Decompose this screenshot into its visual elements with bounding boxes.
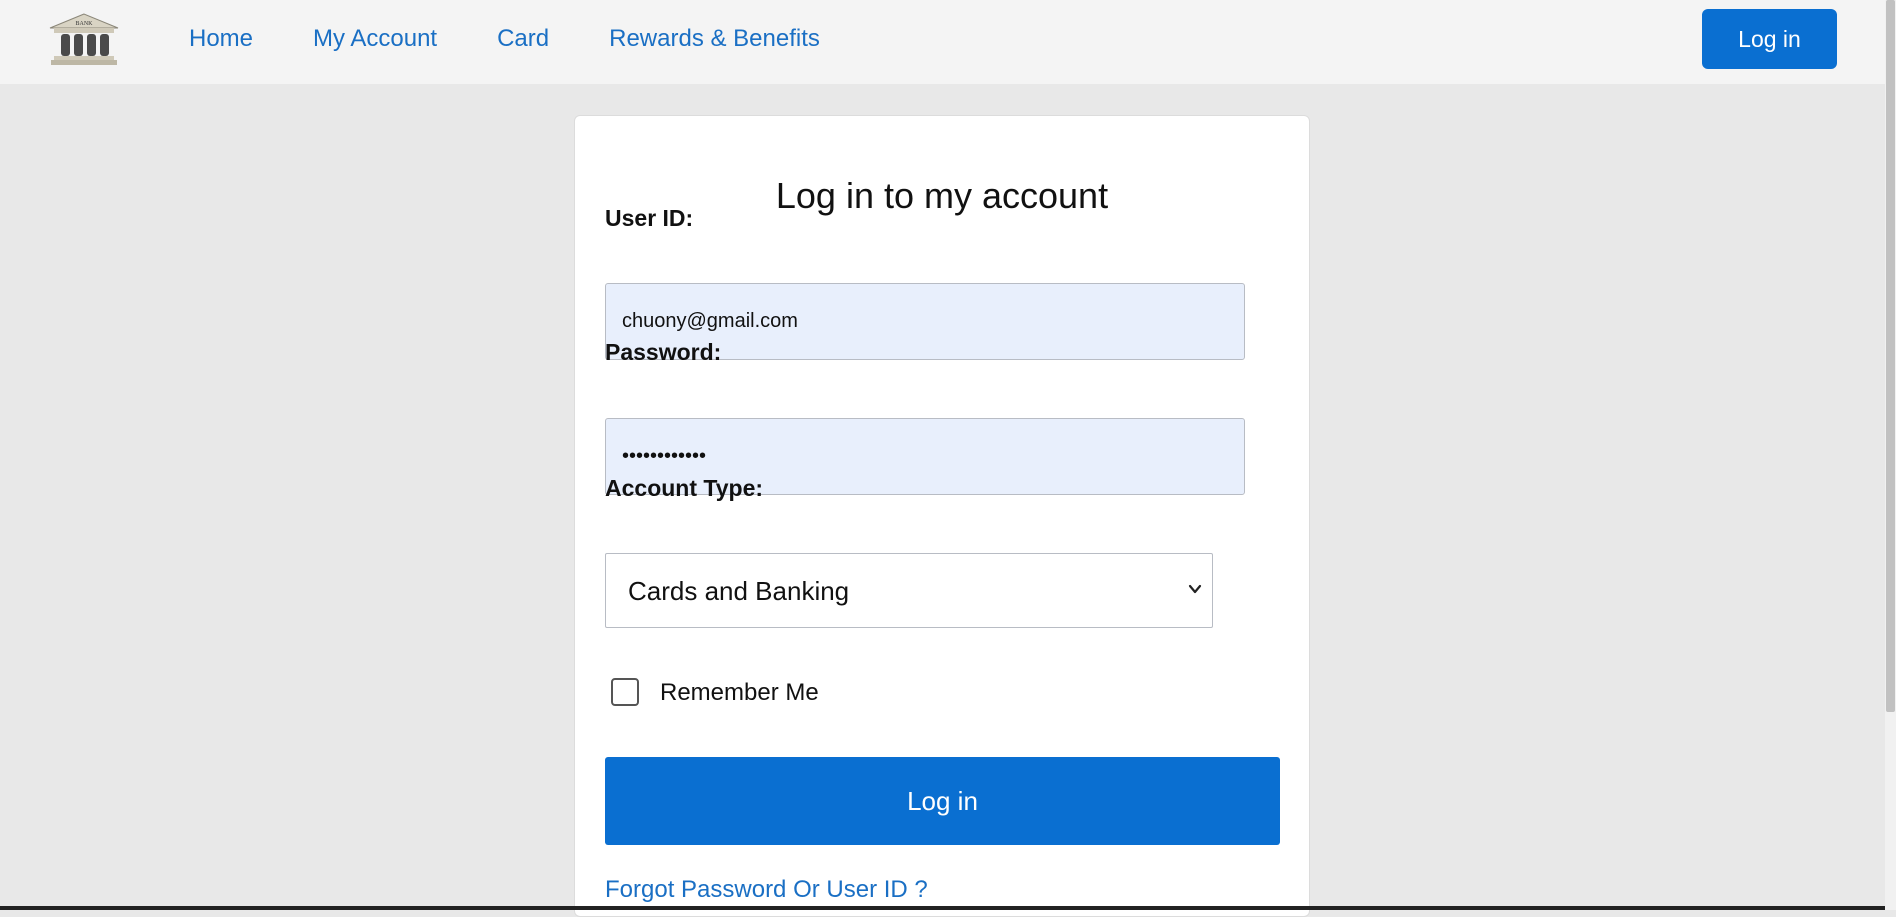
login-card: Log in to my account User ID: Password: …	[574, 115, 1310, 917]
scrollbar-thumb[interactable]	[1886, 0, 1895, 712]
forgot-password-link[interactable]: Forgot Password Or User ID ?	[605, 876, 928, 904]
nav-rewards-link[interactable]: Rewards & Benefits	[609, 25, 820, 53]
main-nav: Home My Account Card Rewards & Benefits	[189, 0, 880, 78]
svg-text:BANK: BANK	[75, 21, 93, 27]
account-type-label: Account Type:	[605, 475, 764, 501]
nav-my-account-link[interactable]: My Account	[313, 25, 437, 53]
page-scrollbar[interactable]	[1885, 0, 1896, 910]
top-navbar: BANK Home My Account Card Rewards & Bene…	[0, 0, 1896, 84]
remember-me-label[interactable]: Remember Me	[660, 679, 819, 707]
bank-logo-icon[interactable]: BANK	[48, 12, 120, 68]
remember-me-checkbox[interactable]	[611, 678, 639, 706]
nav-home-link[interactable]: Home	[189, 25, 253, 53]
nav-card-link[interactable]: Card	[497, 25, 549, 53]
password-label: Password:	[605, 339, 722, 365]
chevron-down-icon	[1188, 584, 1202, 594]
header-login-button[interactable]: Log in	[1702, 9, 1837, 69]
user-id-label: User ID:	[605, 205, 694, 231]
account-type-select[interactable]: Cards and Banking	[605, 553, 1213, 628]
account-type-value: Cards and Banking	[628, 576, 850, 606]
window-bottom-edge	[0, 906, 1885, 910]
login-submit-button[interactable]: Log in	[605, 757, 1280, 845]
